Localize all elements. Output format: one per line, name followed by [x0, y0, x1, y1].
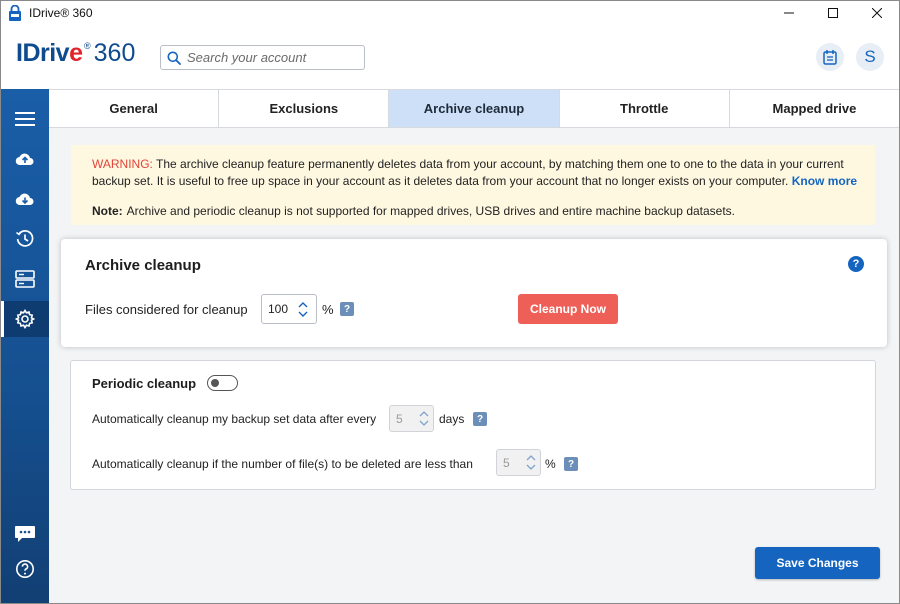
- warning-note: Note: Archive and periodic cleanup is not…: [92, 203, 875, 220]
- tab-exclusions[interactable]: Exclusions: [219, 89, 390, 127]
- sidebar-item-backup[interactable]: [1, 141, 49, 177]
- window-title: IDrive® 360: [29, 6, 93, 20]
- tab-mapped-drive[interactable]: Mapped drive: [729, 89, 899, 127]
- close-button[interactable]: [855, 1, 899, 25]
- clock-history-icon: [16, 230, 34, 247]
- periodic-cleanup-title: Periodic cleanup: [92, 376, 197, 391]
- app-header: IDriv e ® 360 S: [1, 25, 899, 89]
- idrive-logo: IDriv e ® 360: [16, 39, 136, 67]
- sidebar-item-settings[interactable]: [1, 301, 49, 337]
- archive-cleanup-title: Archive cleanup: [85, 257, 201, 274]
- chevron-up-icon[interactable]: [526, 454, 536, 461]
- know-more-link[interactable]: Know more: [792, 174, 857, 188]
- archive-cleanup-card: Archive cleanup ? Files considered for c…: [61, 239, 887, 347]
- app-window: IDrive® 360 IDriv e ® 360 Search your ac…: [0, 0, 900, 604]
- files-considered-value[interactable]: 100: [262, 302, 294, 316]
- user-avatar-button[interactable]: S: [856, 43, 884, 71]
- cleanup-days-help-icon[interactable]: ?: [473, 412, 487, 426]
- cleanup-files-help-icon[interactable]: ?: [564, 457, 578, 471]
- files-considered-stepper[interactable]: 100: [261, 294, 317, 324]
- sidebar-item-help[interactable]: [1, 551, 49, 587]
- warning-banner: WARNING: The archive cleanup feature per…: [71, 145, 875, 225]
- close-icon: [872, 8, 882, 18]
- sidebar-item-restore[interactable]: [1, 181, 49, 217]
- server-icon: [15, 270, 35, 288]
- sidebar-item-chat[interactable]: [1, 516, 49, 552]
- cloud-download-icon: [15, 193, 34, 206]
- maximize-icon: [828, 8, 838, 18]
- chat-icon: [15, 526, 35, 542]
- files-considered-label: Files considered for cleanup: [85, 302, 248, 317]
- calendar-button[interactable]: [816, 43, 844, 71]
- files-considered-unit: %: [322, 302, 334, 317]
- cleanup-now-button[interactable]: Cleanup Now: [518, 294, 618, 324]
- tab-archive-cleanup[interactable]: Archive cleanup: [389, 89, 560, 127]
- search-box[interactable]: [160, 45, 365, 70]
- settings-tabs: General Exclusions Archive cleanup Throt…: [49, 89, 899, 128]
- chevron-down-icon[interactable]: [419, 420, 429, 427]
- files-considered-help-icon[interactable]: ?: [340, 302, 354, 316]
- minimize-button[interactable]: [767, 1, 811, 25]
- settings-content: WARNING: The archive cleanup feature per…: [49, 128, 899, 603]
- archive-cleanup-help-icon[interactable]: ?: [848, 256, 864, 272]
- chevron-down-icon[interactable]: [526, 464, 536, 471]
- cleanup-days-label: Automatically cleanup my backup set data…: [92, 412, 377, 426]
- toggle-knob: [211, 378, 219, 387]
- search-icon: [167, 51, 181, 65]
- sidebar: [1, 89, 49, 603]
- minimize-icon: [784, 12, 794, 14]
- help-circle-icon: [16, 560, 34, 578]
- periodic-cleanup-card: Periodic cleanup Automatically cleanup m…: [70, 360, 876, 490]
- note-text: Archive and periodic cleanup is not supp…: [126, 204, 736, 218]
- chevron-up-icon[interactable]: [419, 410, 429, 417]
- user-initial: S: [864, 47, 876, 66]
- search-input[interactable]: [187, 50, 357, 65]
- save-changes-button[interactable]: Save Changes: [755, 547, 880, 579]
- gear-icon: [15, 309, 35, 329]
- cleanup-days-stepper[interactable]: 5: [389, 405, 434, 432]
- sidebar-item-menu[interactable]: [1, 101, 49, 137]
- sidebar-item-history[interactable]: [1, 221, 49, 257]
- warning-text: WARNING: The archive cleanup feature per…: [92, 157, 858, 188]
- cleanup-files-unit: %: [545, 457, 556, 471]
- chevron-up-icon[interactable]: [298, 301, 308, 308]
- cleanup-files-value[interactable]: 5: [497, 456, 522, 470]
- tab-throttle[interactable]: Throttle: [559, 89, 730, 127]
- cleanup-days-value[interactable]: 5: [390, 412, 415, 426]
- note-label: Note:: [92, 204, 123, 218]
- tab-general[interactable]: General: [49, 89, 220, 127]
- calendar-icon: [823, 50, 837, 65]
- hamburger-icon: [15, 112, 35, 126]
- maximize-button[interactable]: [811, 1, 855, 25]
- cloud-upload-icon: [15, 153, 34, 166]
- title-bar: IDrive® 360: [1, 1, 899, 25]
- cleanup-days-unit: days: [439, 412, 465, 426]
- warning-label: WARNING:: [92, 157, 153, 171]
- app-lock-icon: [9, 5, 21, 21]
- sidebar-item-devices[interactable]: [1, 261, 49, 297]
- chevron-down-icon[interactable]: [298, 311, 308, 318]
- cleanup-files-label: Automatically cleanup if the number of f…: [92, 457, 473, 471]
- periodic-cleanup-toggle[interactable]: [207, 375, 238, 391]
- cleanup-files-stepper[interactable]: 5: [496, 449, 541, 476]
